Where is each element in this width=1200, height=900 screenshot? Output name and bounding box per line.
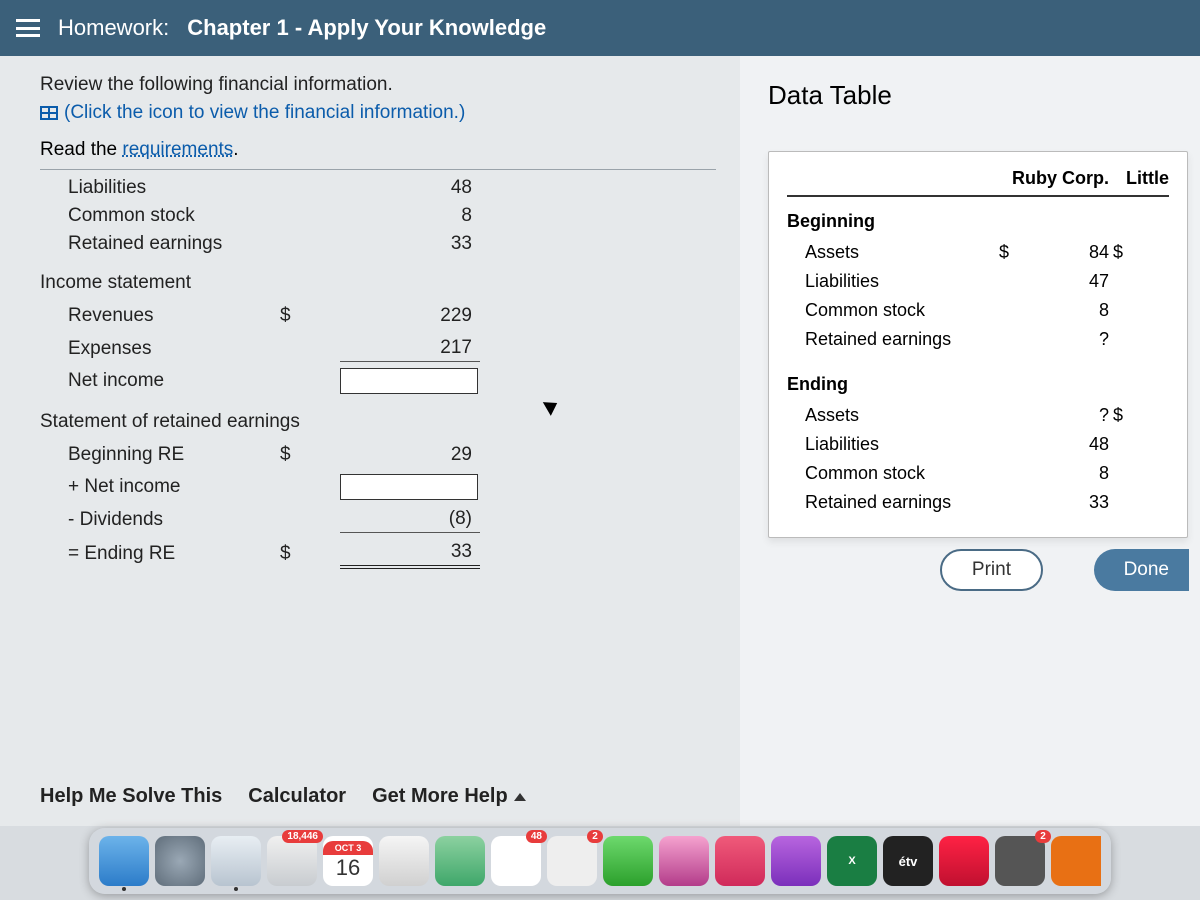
req-prefix: Read the	[40, 139, 122, 160]
label: Net income	[68, 370, 280, 392]
dock-mail[interactable]: 18,446	[267, 836, 317, 886]
worksheet-panel: Review the following financial informati…	[0, 56, 740, 826]
mail-badge: 18,446	[282, 830, 323, 843]
currency: $	[280, 305, 340, 327]
dock-excel[interactable]: X	[827, 836, 877, 886]
dt-row-re-beg: Retained earnings ?	[787, 325, 1169, 354]
data-table-title: Data Table	[768, 80, 1200, 111]
done-button[interactable]: Done	[1094, 549, 1189, 591]
help-solve-button[interactable]: Help Me Solve This	[40, 785, 222, 808]
dock-app1[interactable]	[659, 836, 709, 886]
sre-heading: Statement of retained earnings	[40, 397, 716, 439]
label: = Ending RE	[68, 543, 280, 565]
dt-row-cs-end: Common stock 8	[787, 459, 1169, 488]
label: Revenues	[68, 305, 280, 327]
dt-row-re-end: Retained earnings 33	[787, 488, 1169, 517]
plus-ni-input[interactable]	[340, 474, 478, 500]
label: Common stock	[68, 205, 280, 227]
table-icon	[40, 106, 58, 120]
row-revenues: Revenues $ 229	[40, 300, 716, 332]
dock-podcasts[interactable]	[771, 836, 821, 886]
app-header: Homework: Chapter 1 - Apply Your Knowled…	[0, 0, 1200, 56]
label: Liabilities	[68, 177, 280, 199]
net-income-input[interactable]	[340, 368, 478, 394]
data-table-header: Ruby Corp. Little	[787, 168, 1169, 197]
msg-badge: 2	[587, 830, 603, 843]
requirements-link[interactable]: requirements	[122, 139, 233, 160]
cal-day: 16	[336, 855, 360, 881]
data-table-card: Ruby Corp. Little Beginning Assets $ 84 …	[768, 151, 1188, 538]
dock-notes[interactable]	[379, 836, 429, 886]
calculator-button[interactable]: Calculator	[248, 785, 346, 808]
dt-row-assets-beg: Assets $ 84 $	[787, 238, 1169, 267]
data-table-panel: Data Table Ruby Corp. Little Beginning A…	[740, 56, 1200, 826]
macos-dock: 18,446 OCT 3 16 48 2 X étv 2	[89, 828, 1111, 894]
dock-messages[interactable]: 2	[547, 836, 597, 886]
ending-section: Ending	[787, 368, 1169, 401]
value: 229	[340, 303, 480, 329]
photos-badge: 48	[526, 830, 547, 843]
dt-row-assets-end: Assets ? $	[787, 401, 1169, 430]
value: 33	[340, 233, 480, 255]
row-ending-re: = Ending RE $ 33	[40, 536, 716, 572]
instruction-link-text: (Click the icon to view the financial in…	[64, 102, 465, 124]
value: (8)	[340, 506, 480, 533]
menu-icon[interactable]	[16, 19, 40, 37]
dock-calendar[interactable]: OCT 3 16	[323, 836, 373, 886]
row-common-stock: Common stock 8	[40, 202, 716, 230]
dock-maps[interactable]	[435, 836, 485, 886]
currency: $	[280, 543, 340, 565]
col-company2: Little	[1109, 168, 1169, 189]
label: Expenses	[68, 338, 280, 360]
dock-app2[interactable]	[939, 836, 989, 886]
cal-month: OCT 3	[323, 841, 373, 855]
row-dividends: - Dividends (8)	[40, 503, 716, 536]
row-net-income: Net income	[40, 365, 716, 397]
value: 8	[340, 205, 480, 227]
print-button[interactable]: Print	[940, 549, 1043, 591]
view-data-link[interactable]: (Click the icon to view the financial in…	[40, 102, 465, 124]
col-company1: Ruby Corp.	[999, 168, 1109, 189]
more-help-label: Get More Help	[372, 785, 508, 808]
worksheet: Liabilities 48 Common stock 8 Retained e…	[40, 174, 716, 572]
currency: $	[280, 444, 340, 466]
dock-launchpad[interactable]	[155, 836, 205, 886]
header-prefix: Homework:	[58, 15, 169, 41]
dock-photos[interactable]: 48	[491, 836, 541, 886]
row-expenses: Expenses 217	[40, 332, 716, 365]
row-retained-earnings: Retained earnings 33	[40, 230, 716, 258]
label: Beginning RE	[68, 444, 280, 466]
requirements-row: Read the requirements.	[40, 139, 716, 170]
dock-facetime[interactable]	[603, 836, 653, 886]
dock-app3[interactable]	[1051, 836, 1101, 886]
header-title: Chapter 1 - Apply Your Knowledge	[187, 15, 546, 41]
value: 33	[340, 539, 480, 569]
caret-up-icon	[514, 793, 526, 801]
value: 48	[340, 177, 480, 199]
row-plus-ni: + Net income	[40, 471, 716, 503]
value: 29	[340, 442, 480, 468]
income-heading: Income statement	[40, 258, 716, 300]
settings-badge: 2	[1035, 830, 1051, 843]
row-liabilities: Liabilities 48	[40, 174, 716, 202]
dock-music[interactable]	[715, 836, 765, 886]
dt-row-cs-beg: Common stock 8	[787, 296, 1169, 325]
beginning-section: Beginning	[787, 205, 1169, 238]
dt-row-liab-end: Liabilities 48	[787, 430, 1169, 459]
dock-appletv[interactable]: étv	[883, 836, 933, 886]
main-content: Review the following financial informati…	[0, 56, 1200, 826]
dock-finder[interactable]	[99, 836, 149, 886]
label: - Dividends	[68, 509, 280, 531]
instruction-text: Review the following financial informati…	[40, 74, 716, 96]
label: + Net income	[68, 476, 280, 498]
get-more-help-button[interactable]: Get More Help	[372, 785, 526, 808]
row-beginning-re: Beginning RE $ 29	[40, 439, 716, 471]
dock-settings[interactable]: 2	[995, 836, 1045, 886]
value: 217	[340, 335, 480, 362]
dt-row-liab-beg: Liabilities 47	[787, 267, 1169, 296]
label: Retained earnings	[68, 233, 280, 255]
dock-safari[interactable]	[211, 836, 261, 886]
help-toolbar: Help Me Solve This Calculator Get More H…	[40, 785, 526, 808]
